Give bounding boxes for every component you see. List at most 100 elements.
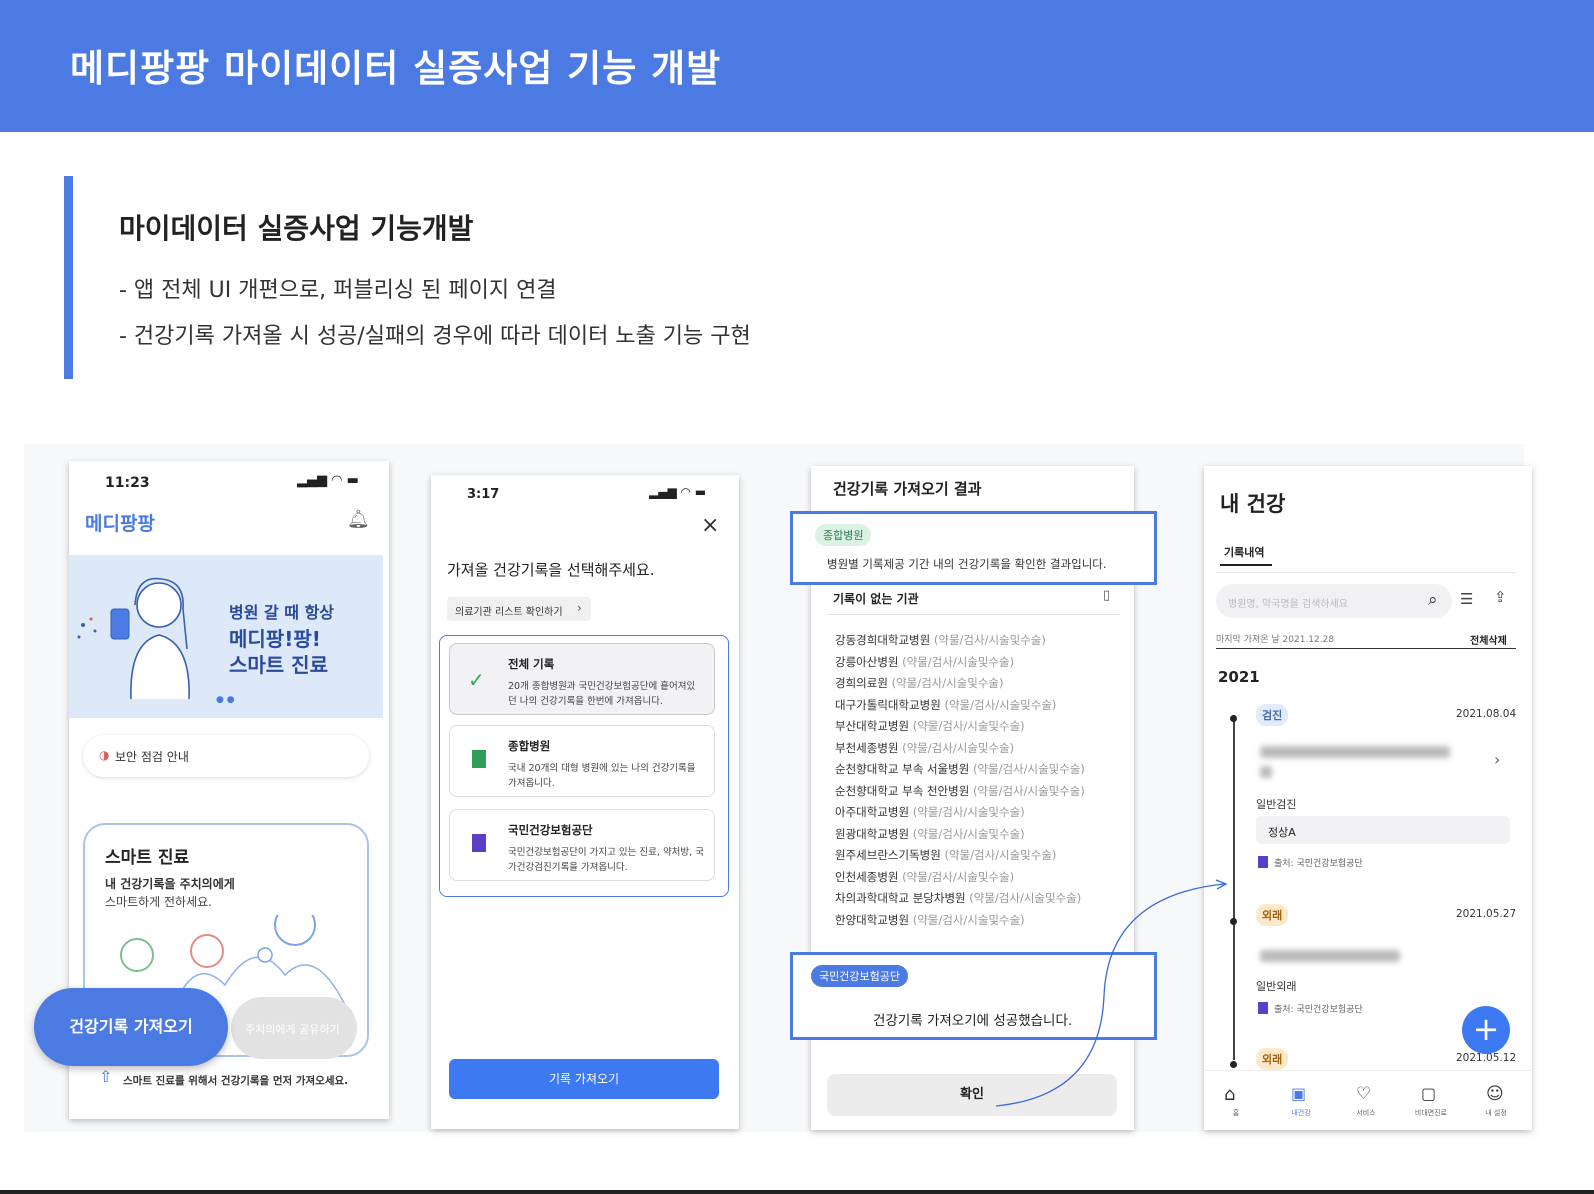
option-title: 전체 기록 (508, 657, 555, 671)
add-record-button[interactable]: + (1462, 1006, 1510, 1054)
bell-icon[interactable]: 🔔︎ (347, 509, 370, 530)
hospital-name: 아주대학교병원 (835, 805, 910, 819)
telemedicine-icon[interactable]: ▢ (1421, 1084, 1436, 1103)
hospital-list-item: 부산대학교병원 (약물/검사/시술및수술) (835, 718, 1025, 734)
carousel-dots[interactable]: ● ● (216, 695, 235, 705)
hospital-record-type: (약물/검사/시술및수술) (972, 783, 1085, 798)
hospital-list-item: 아주대학교병원 (약물/검사/시술및수술) (835, 804, 1025, 820)
option-nhis[interactable]: 국민건강보험공단 국민건강보험공단이 가지고 있는 진료, 약처방, 국 가건강… (449, 809, 715, 881)
hospital-name: 대구가톨릭대학교병원 (835, 697, 941, 712)
record-source: 출처: 국민건강보험공단 (1274, 1005, 1363, 1015)
shield-icon: ◑ (99, 748, 110, 762)
option-desc-1: 국내 20개의 대형 병원에 있는 나의 건강기록을 (508, 763, 696, 774)
record-source: 출처: 국민건강보험공단 (1274, 859, 1363, 869)
close-icon[interactable]: × (701, 513, 719, 538)
app-logo: 메디팡팡 (85, 513, 155, 535)
hospital-name: 강동경희대학교병원 (835, 633, 931, 647)
institution-list-label: 의료기관 리스트 확인하기 (455, 607, 563, 618)
clipboard-icon[interactable]: ▯ (1103, 588, 1110, 603)
promo-banner[interactable]: 병원 갈 때 항상 메디팡!팡! 스마트 진료 ● ● (69, 555, 383, 718)
nav-telemedicine[interactable]: 비대면진료 (1411, 1108, 1451, 1118)
search-icon[interactable]: ⌕ (1428, 590, 1438, 610)
record-type: 일반검진 (1256, 798, 1297, 811)
status-time: 11:23 (105, 475, 150, 491)
bullet-2: - 건강기록 가져올 시 성공/실패의 경우에 따라 데이터 노출 기능 구현 (119, 324, 751, 349)
chevron-right-icon[interactable]: › (1494, 750, 1500, 769)
last-fetch-date: 마지막 가져온 날 2021.12.28 (1216, 635, 1335, 645)
result-desc: 병원별 기록제공 기간 내의 건강기록을 확인한 결과입니다. (827, 557, 1107, 571)
hospital-name: 경희의료원 (835, 676, 888, 690)
timeline-dot (1230, 1061, 1237, 1068)
hospital-name: 순천향대학교 부속 서울병원 (835, 762, 970, 776)
tab-records[interactable]: 기록내역 (1224, 544, 1264, 560)
hospital-list-item: 순천향대학교 부속 서울병원 (약물/검사/시술및수술) (835, 761, 1085, 777)
hospital-name: 강릉아산병원 (835, 654, 899, 669)
option-desc-2: 던 나의 건강기록을 한번에 가져옵니다. (508, 696, 663, 707)
record-date: 2021.05.27 (1456, 908, 1517, 920)
hospital-building-icon (472, 750, 486, 768)
chevron-right-icon: › (577, 601, 582, 615)
share-doctor-label: 주치의에게 공유하기 (245, 1023, 340, 1036)
nav-my-health[interactable]: 내건강 (1281, 1108, 1321, 1118)
fetch-records-submit-button[interactable]: 기록 가져오기 (449, 1059, 719, 1099)
year-label: 2021 (1218, 668, 1260, 686)
phone-select-records: 3:17 ▂▄▆ ◠ ▬ × 가져올 건강기록을 선택해주세요. 의료기관 리스… (431, 475, 739, 1129)
hospital-record-type: (약물/검사/시술및수술) (891, 676, 1004, 690)
hospital-list-item: 대구가톨릭대학교병원 (약물/검사/시술및수술) (835, 697, 1056, 713)
hospital-record-type: (약물/검사/시술및수술) (944, 848, 1057, 862)
card-line-1: 내 건강기록을 주치의에게 (105, 877, 235, 891)
hospital-name: 원광대학교병원 (835, 826, 910, 841)
banner-line-3: 스마트 진료 (229, 653, 328, 677)
share-icon[interactable]: ⇪ (1494, 588, 1507, 606)
doctor-illustration (77, 577, 190, 699)
no-record-heading: 기록이 없는 기관 (833, 592, 919, 606)
page-header: 메디팡팡 마이데이터 실증사업 기능 개발 (0, 0, 1594, 132)
status-icons: ▂▄▆ ◠ ▬ (297, 473, 359, 488)
profile-icon[interactable]: ☺ (1486, 1084, 1504, 1104)
security-notice-bar[interactable]: ◑ 보안 점검 안내 (83, 735, 369, 777)
institution-list-link[interactable]: 의료기관 리스트 확인하기 › (447, 597, 591, 621)
tag-outpatient: 외래 (1256, 904, 1289, 926)
nav-settings[interactable]: 내 설정 (1476, 1108, 1516, 1118)
hospital-record-type: (약물/검사/시술및수술) (912, 805, 1025, 819)
blurred-hospital-name (1260, 950, 1400, 962)
bottom-border (0, 1190, 1594, 1194)
delete-all-button[interactable]: 전체삭제 (1470, 632, 1507, 647)
search-input[interactable]: 병원명, 약국명을 검색하세요 ⌕ (1216, 584, 1452, 618)
timeline-dot (1230, 918, 1237, 925)
timeline-dot (1230, 715, 1237, 722)
blurred-hospital-name (1260, 766, 1272, 778)
option-title: 종합병원 (508, 739, 551, 753)
option-all-records[interactable]: ✓ 전체 기록 20개 종합병원과 국민건강보험공단에 흩어져있 던 나의 건강… (449, 643, 715, 715)
hospital-record-type: (약물/검사/시술및수술) (912, 826, 1025, 841)
nhis-building-icon (472, 834, 486, 852)
hospital-record-type: (약물/검사/시술및수술) (972, 762, 1085, 776)
status-icons: ▂▄▆ ◠ ▬ (649, 485, 707, 499)
check-circle-icon: ✓ (468, 668, 485, 692)
hospital-record-type: (약물/검사/시술및수술) (912, 719, 1025, 733)
banner-line-2: 메디팡!팡! (229, 627, 321, 651)
option-general-hospital[interactable]: 종합병원 국내 20개의 대형 병원에 있는 나의 건강기록을 가져옵니다. (449, 725, 715, 797)
fetch-records-button[interactable]: 건강기록 가져오기 (34, 988, 228, 1066)
record-type: 일반외래 (1256, 980, 1297, 993)
hospital-list-item: 부천세종병원 (약물/검사/시술및수술) (835, 740, 1014, 756)
filter-icon[interactable]: ☰ (1460, 590, 1473, 608)
timeline-line (1233, 715, 1235, 1060)
hospital-list-item: 경희의료원 (약물/검사/시술및수술) (835, 675, 1004, 691)
service-heart-icon[interactable]: ♡ (1356, 1084, 1371, 1104)
section-title: 마이데이터 실증사업 기능개발 (119, 212, 474, 245)
accent-bar (64, 176, 73, 379)
share-doctor-button[interactable]: 주치의에게 공유하기 (231, 997, 357, 1059)
hospital-name: 차의과학대학교 분당차병원 (835, 891, 966, 905)
hospital-list-item: 원광대학교병원 (약물/검사/시술및수술) (835, 826, 1025, 842)
my-health-icon[interactable]: ▣ (1291, 1084, 1306, 1103)
hospital-result-box: 종합병원 병원별 기록제공 기간 내의 건강기록을 확인한 결과입니다. (790, 511, 1157, 585)
result-title: 건강기록 가져오기 결과 (833, 480, 982, 498)
card-title: 스마트 진료 (105, 848, 190, 868)
hospital-list-item: 순천향대학교 부속 천안병원 (약물/검사/시술및수술) (835, 783, 1085, 799)
record-result: 정상A (1268, 826, 1296, 839)
status-time: 3:17 (467, 487, 500, 502)
hospital-name: 순천향대학교 부속 천안병원 (835, 783, 970, 798)
nav-service[interactable]: 서비스 (1346, 1108, 1386, 1118)
security-notice-label: 보안 점검 안내 (115, 750, 189, 764)
